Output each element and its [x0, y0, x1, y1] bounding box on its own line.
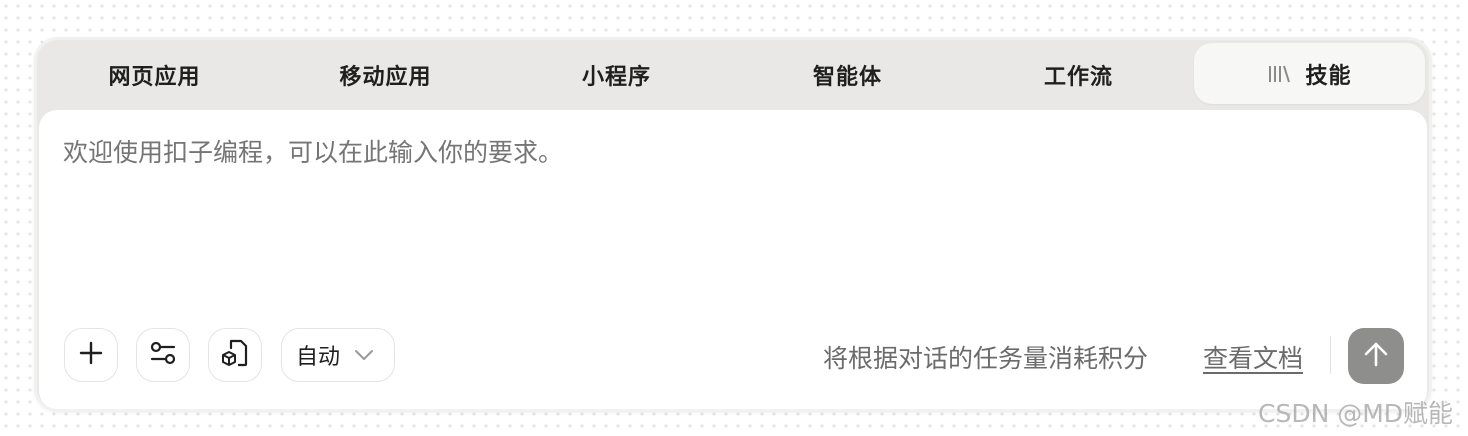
prompt-input[interactable] [63, 138, 1393, 167]
toolbar-divider [1330, 336, 1331, 374]
tab-mini-program[interactable]: 小程序 [501, 40, 732, 110]
sliders-icon [149, 340, 177, 371]
plus-icon [79, 341, 103, 370]
library-icon [1267, 63, 1291, 85]
credits-note: 将根据对话的任务量消耗积分 [823, 344, 1149, 373]
tab-agent[interactable]: 智能体 [732, 40, 963, 110]
tab-label: 小程序 [581, 65, 651, 90]
tab-skills[interactable]: 技能 [1194, 43, 1425, 104]
file-cube-icon [221, 338, 249, 373]
watermark: CSDN @MD赋能 [1258, 399, 1454, 428]
file-cube-button[interactable] [208, 328, 262, 382]
tab-label: 移动应用 [339, 65, 432, 90]
tab-mobile-app[interactable]: 移动应用 [270, 40, 501, 110]
view-docs-link[interactable]: 查看文档 [1203, 339, 1303, 375]
tab-web-app[interactable]: 网页应用 [39, 40, 270, 110]
mode-label: 自动 [296, 345, 341, 370]
send-button[interactable] [1348, 328, 1404, 384]
settings-button[interactable] [136, 328, 190, 382]
tab-label: 智能体 [812, 65, 882, 90]
arrow-up-icon [1363, 340, 1389, 373]
tab-bar: 网页应用 移动应用 小程序 智能体 工作流 技能 [37, 40, 1429, 110]
chevron-down-icon [354, 349, 374, 361]
tab-workflow[interactable]: 工作流 [963, 40, 1194, 110]
add-button[interactable] [64, 328, 118, 382]
prompt-card: 自动 将根据对话的任务量消耗积分 查看文档 [39, 110, 1427, 409]
tab-label: 工作流 [1043, 65, 1113, 90]
tab-label: 网页应用 [108, 65, 201, 90]
prompt-panel: 网页应用 移动应用 小程序 智能体 工作流 技能 欢迎使用扣子编程，可以在此输入… [34, 37, 1432, 412]
mode-select[interactable]: 自动 [281, 328, 395, 382]
tab-label: 技能 [1305, 63, 1352, 89]
